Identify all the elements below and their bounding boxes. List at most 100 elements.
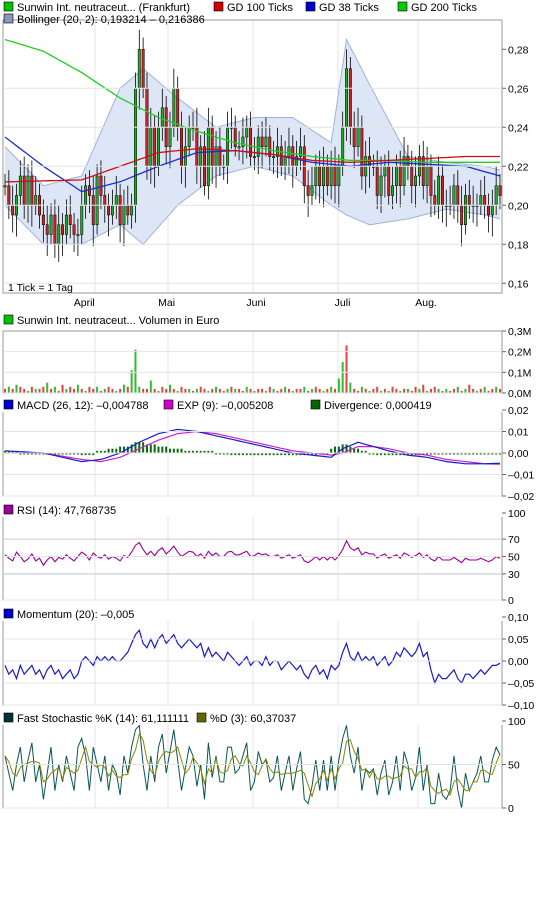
volume-bar [299, 388, 302, 393]
volume-bar [46, 382, 49, 393]
candle [87, 185, 91, 196]
volume-bar [268, 386, 271, 393]
candle [425, 166, 429, 186]
candle [241, 136, 245, 147]
volume-bar [226, 388, 229, 393]
candle [341, 127, 345, 167]
volume-bar [126, 386, 129, 393]
candle [440, 175, 444, 206]
volume-bar [234, 388, 237, 393]
stock-chart: Sunwin Int. neutraceut... (Frankfurt) GD … [0, 0, 545, 815]
volume-bar [215, 386, 218, 393]
y-tick-label: 30 [508, 569, 520, 581]
candle [153, 127, 157, 167]
volume-bar [7, 386, 10, 393]
candle [61, 224, 65, 235]
volume-bar [19, 386, 22, 393]
legend-swatch [3, 314, 14, 325]
volume-bar [88, 386, 91, 393]
candle [375, 166, 379, 196]
candle [168, 127, 172, 147]
y-tick-label: –0,05 [508, 678, 534, 690]
y-tick-label: 0,1M [508, 367, 531, 379]
y-tick-label: –0,10 [508, 700, 534, 712]
volume-bar [53, 386, 56, 393]
volume-bar [391, 386, 394, 393]
volume-bar [73, 388, 76, 393]
y-tick-label: 0,28 [508, 44, 529, 56]
macd-legend: MACD (26, 12): –0,004788 EXP (9): –0,0052… [0, 398, 545, 412]
candle [264, 136, 268, 147]
x-axis-label: Aug. [415, 297, 437, 309]
candle [421, 156, 425, 186]
candle [157, 127, 160, 167]
candle [318, 166, 322, 186]
candle [329, 166, 333, 186]
candle [76, 234, 80, 236]
candle [107, 205, 111, 216]
volume-bar [145, 388, 148, 393]
candle [149, 127, 153, 167]
divergence-bar [353, 448, 356, 453]
candle [237, 146, 241, 149]
candle [180, 127, 183, 167]
legend-swatch [397, 1, 408, 12]
candle [291, 146, 295, 167]
legend-swatch [3, 1, 14, 12]
y-tick-label: 0,16 [508, 278, 529, 290]
y-tick-label: 50 [508, 760, 520, 772]
y-tick-label: 0,2M [508, 347, 531, 359]
y-tick-label: 0,10 [508, 612, 529, 624]
candle [99, 175, 103, 196]
volume-bar [218, 388, 221, 393]
volume-bar [406, 388, 409, 393]
volume-bar [257, 388, 260, 393]
divergence-bar [157, 446, 160, 453]
legend-label: Sunwin Int. neutraceut... Volumen in Eur… [17, 315, 219, 327]
legend-label: EXP (9): –0,005208 [177, 400, 273, 412]
volume-bar [403, 388, 406, 393]
candle [226, 127, 230, 167]
stochastic-legend: Fast Stochastic %K (14): 61,111111 %D (3)… [0, 711, 545, 725]
candle [137, 49, 141, 89]
y-tick-label: 0 [508, 803, 514, 815]
y-tick-label: 0 [508, 595, 514, 607]
candle [479, 195, 483, 206]
candle [199, 146, 203, 167]
candle [95, 175, 99, 225]
candle [345, 68, 348, 128]
volume-bar [11, 388, 14, 393]
candle [398, 166, 402, 186]
candle [383, 166, 387, 177]
y-tick-label: –0,01 [508, 470, 534, 482]
divergence-bar [169, 448, 171, 453]
candle [456, 185, 460, 206]
volume-bar [4, 388, 6, 393]
volume-bar [103, 388, 106, 393]
volume-bar [353, 388, 356, 393]
volume-bar [80, 388, 83, 393]
candle [18, 175, 22, 196]
candle [80, 205, 84, 235]
volume-bar [341, 362, 344, 393]
volume-bar [34, 388, 37, 393]
volume-bar [142, 388, 145, 393]
legend-label: Fast Stochastic %K (14): 61,111111 [17, 713, 189, 725]
volume-bar [418, 388, 421, 393]
candle [57, 224, 61, 245]
legend-label: %D (3): 60,37037 [210, 713, 296, 725]
candle [494, 185, 498, 206]
candle [360, 127, 364, 177]
divergence-bar [176, 448, 179, 453]
volume-bar [491, 388, 494, 393]
legend-swatch [3, 399, 14, 410]
volume-bar [360, 386, 363, 393]
volume-bar [295, 388, 298, 393]
candle [283, 156, 287, 167]
candle [110, 205, 114, 216]
momentum-legend: Momentum (20): –0,005 [0, 607, 545, 621]
volume-bar [383, 388, 386, 393]
candle [429, 166, 433, 196]
volume-bar [69, 386, 72, 393]
candle [91, 195, 95, 225]
